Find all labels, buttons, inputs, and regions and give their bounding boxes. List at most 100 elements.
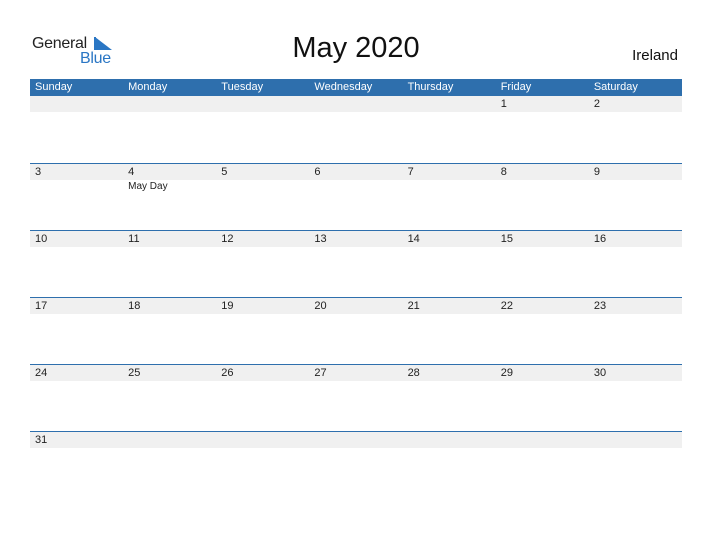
holiday-label: May Day [128, 181, 168, 192]
day-number [221, 96, 309, 112]
day-cell [496, 432, 589, 492]
day-cell: 13 [309, 231, 402, 291]
day-cell [123, 96, 216, 156]
day-cell: 22 [496, 298, 589, 358]
day-number [314, 96, 402, 112]
day-cell [309, 96, 402, 156]
day-cell: 6 [309, 164, 402, 224]
calendar-grid: Sunday Monday Tuesday Wednesday Thursday… [30, 79, 682, 498]
day-cell: 9 [589, 164, 682, 224]
day-number: 3 [35, 166, 42, 178]
day-cell: 30 [589, 365, 682, 425]
day-number: 22 [500, 300, 513, 312]
day-number [128, 96, 216, 112]
day-cell [403, 432, 496, 492]
day-number: 31 [35, 434, 48, 446]
page-title: May 2020 [292, 32, 420, 64]
day-cell: 7 [403, 164, 496, 224]
day-number [408, 96, 496, 112]
country-label: Ireland [632, 47, 678, 64]
day-cell: 26 [216, 365, 309, 425]
day-cell: 10 [30, 231, 123, 291]
day-cell: 18 [123, 298, 216, 358]
day-number: 12 [221, 233, 234, 245]
day-number: 23 [593, 300, 607, 312]
day-number [128, 432, 216, 448]
day-number: 10 [35, 233, 48, 245]
week-row: 12 [30, 96, 682, 163]
day-number [221, 432, 309, 448]
weeks-container: 1 2 3 4 May Day 5 6 7 8 9 10 11 12 13 14 15 16 17 18 19 20 21… [30, 96, 682, 498]
week-cells: 24 25 26 27 28 29 30 [30, 365, 682, 425]
day-number [35, 96, 123, 112]
week-row: 31 [30, 431, 682, 498]
day-cell [589, 432, 682, 492]
day-number: 11 [128, 233, 140, 245]
day-number: 27 [314, 367, 327, 379]
weekday-header-row: Sunday Monday Tuesday Wednesday Thursday… [30, 79, 682, 96]
day-cell: 12 [216, 231, 309, 291]
day-cell [309, 432, 402, 492]
day-number: 9 [593, 166, 600, 178]
day-cell: 19 [216, 298, 309, 358]
day-number: 18 [128, 300, 141, 312]
day-number: 30 [593, 367, 607, 379]
week-row: 3 4 May Day 5 6 7 8 9 [30, 163, 682, 230]
day-cell: 14 [403, 231, 496, 291]
week-cells: 17 18 19 20 21 22 23 [30, 298, 682, 358]
day-number: 24 [35, 367, 48, 379]
day-number [408, 432, 496, 448]
day-cell: 29 [496, 365, 589, 425]
day-cell [30, 96, 123, 156]
day-number [594, 432, 682, 448]
day-number [314, 432, 402, 448]
day-number: 2 [593, 98, 600, 110]
weekday-header-tuesday: Tuesday [221, 81, 264, 93]
day-cell: 20 [309, 298, 402, 358]
weekday-header-sunday: Sunday [35, 81, 73, 93]
week-row: 10 11 12 13 14 15 16 [30, 230, 682, 297]
day-number: 1 [500, 98, 507, 110]
day-cell [216, 432, 309, 492]
day-number [501, 432, 589, 448]
day-cell: 5 [216, 164, 309, 224]
weekday-header-thursday: Thursday [407, 81, 454, 93]
week-cells: 31 [30, 432, 682, 492]
day-number: 4 [128, 166, 135, 178]
day-cell [123, 432, 216, 492]
week-cells: 3 4 May Day 5 6 7 8 9 [30, 164, 682, 224]
day-cell: 1 [496, 96, 589, 156]
weekday-header-wednesday: Wednesday [314, 81, 373, 93]
day-cell: 8 [496, 164, 589, 224]
day-cell: 25 [123, 365, 216, 425]
day-number: 13 [314, 233, 327, 245]
day-number: 25 [128, 367, 141, 379]
day-cell: 24 [30, 365, 123, 425]
day-number: 16 [593, 233, 607, 245]
day-number: 15 [500, 233, 513, 245]
day-number: 26 [221, 367, 234, 379]
day-cell: 31 [30, 432, 123, 492]
day-cell: 23 [589, 298, 682, 358]
day-cell: 2 [589, 96, 682, 156]
weekday-header-monday: Monday [128, 81, 168, 93]
day-number: 14 [407, 233, 420, 245]
day-number: 5 [221, 166, 228, 178]
day-cell [403, 96, 496, 156]
day-cell: 11 [123, 231, 216, 291]
day-number: 6 [314, 166, 321, 178]
day-cell: 27 [309, 365, 402, 425]
day-number: 20 [314, 300, 327, 312]
day-cell: 28 [403, 365, 496, 425]
day-number: 17 [35, 300, 48, 312]
week-row: 17 18 19 20 21 22 23 [30, 297, 682, 364]
day-cell: 21 [403, 298, 496, 358]
day-number: 7 [407, 166, 414, 178]
day-number: 19 [221, 300, 234, 312]
week-row: 24 25 26 27 28 29 30 [30, 364, 682, 431]
day-number: 8 [500, 166, 507, 178]
weekday-header-friday: Friday [500, 81, 532, 93]
day-cell: 17 [30, 298, 123, 358]
weekday-header-saturday: Saturday [593, 81, 638, 93]
day-number: 29 [500, 367, 513, 379]
